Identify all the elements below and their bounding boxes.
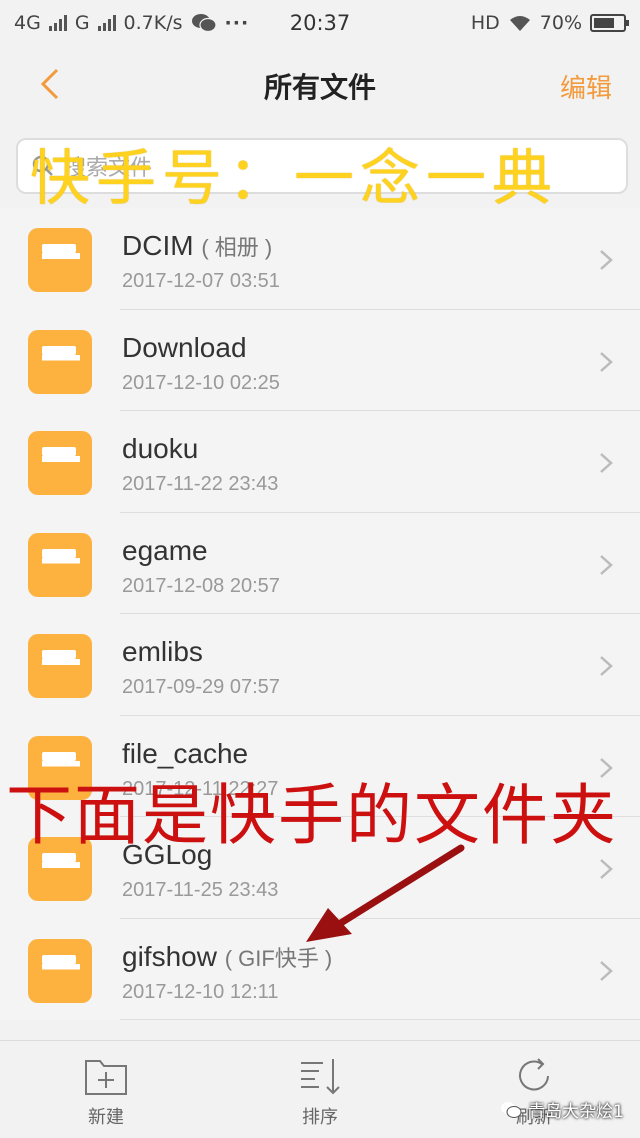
file-row[interactable]: egame 2017-12-08 20:57 bbox=[0, 513, 640, 615]
chevron-right-icon bbox=[600, 554, 613, 575]
file-name: emlibs bbox=[122, 636, 203, 668]
wechat-icon bbox=[501, 1101, 522, 1118]
file-row[interactable]: duoku 2017-11-22 23:43 bbox=[0, 411, 640, 513]
file-row[interactable]: Download 2017-12-10 02:25 bbox=[0, 310, 640, 412]
navigation-bar: 所有文件 编辑 bbox=[0, 46, 640, 126]
file-date: 2017-11-22 23:43 bbox=[122, 473, 279, 495]
file-name-text: emlibs bbox=[122, 636, 203, 667]
file-date: 2017-12-07 03:51 bbox=[122, 270, 280, 292]
file-row[interactable]: emlibs 2017-09-29 07:57 bbox=[0, 614, 640, 716]
file-date: 2017-11-25 23:43 bbox=[122, 879, 279, 901]
file-name: duoku bbox=[122, 433, 198, 465]
file-name-text: egame bbox=[122, 534, 208, 566]
status-right: HD 70% bbox=[470, 12, 629, 34]
chevron-right-icon bbox=[600, 453, 613, 473]
chevron-right-icon bbox=[600, 960, 613, 981]
folder-icon bbox=[28, 938, 92, 1003]
edit-button[interactable]: 编辑 bbox=[560, 68, 612, 105]
new-folder-icon bbox=[85, 1060, 127, 1095]
sort-button[interactable]: 排序 bbox=[260, 1055, 380, 1129]
chevron-right-icon bbox=[600, 351, 613, 372]
folder-icon bbox=[28, 329, 92, 394]
clock: 20:37 bbox=[289, 11, 351, 35]
folder-icon bbox=[28, 228, 92, 292]
folder-icon bbox=[28, 431, 92, 495]
chevron-right-icon bbox=[600, 250, 613, 270]
sort-label: 排序 bbox=[302, 1107, 338, 1128]
file-name-text: DCIM bbox=[122, 230, 194, 261]
new-folder-label: 新建 bbox=[88, 1107, 124, 1128]
wifi-icon bbox=[509, 16, 530, 31]
signal-icon bbox=[97, 15, 116, 31]
file-name-text: Download bbox=[122, 331, 247, 363]
file-date: 2017-12-10 12:11 bbox=[122, 980, 279, 1003]
file-name: DCIM ( 相册 ) bbox=[122, 230, 272, 262]
file-note: ( GIF快手 ) bbox=[224, 945, 333, 971]
file-name: egame bbox=[122, 535, 208, 567]
overlay-caption-top: 快手号：一念一典 bbox=[30, 144, 558, 214]
new-folder-button[interactable]: 新建 bbox=[46, 1055, 166, 1129]
file-date: 2017-12-10 02:25 bbox=[122, 371, 280, 394]
battery-percent: 70% bbox=[539, 12, 582, 34]
sort-icon bbox=[301, 1059, 340, 1095]
network-g-label: G bbox=[74, 12, 90, 34]
file-row[interactable]: DCIM ( 相册 ) 2017-12-07 03:51 bbox=[0, 208, 640, 310]
battery-icon bbox=[590, 14, 629, 32]
arrow-annotation-icon bbox=[306, 844, 465, 942]
refresh-icon bbox=[519, 1058, 549, 1091]
file-name-text: duoku bbox=[122, 433, 199, 464]
status-bar: 4G G 0.7K/s ··· 20:37 HD 70% bbox=[0, 0, 640, 46]
chevron-right-icon bbox=[600, 859, 613, 879]
network-speed: 0.7K/s bbox=[123, 12, 183, 34]
file-name-text: gifshow bbox=[122, 940, 217, 972]
source-watermark: 青岛大杂烩1 bbox=[500, 1097, 624, 1122]
page-title: 所有文件 bbox=[263, 71, 376, 104]
more-notifications-icon: ··· bbox=[224, 12, 250, 34]
bottom-toolbar: 新建 排序 刷新 青岛大杂烩1 bbox=[0, 1040, 640, 1138]
wechat-icon bbox=[191, 14, 217, 33]
file-date: 2017-09-29 07:57 bbox=[122, 676, 280, 698]
signal-icon bbox=[48, 15, 67, 31]
file-note: ( 相册 ) bbox=[201, 235, 273, 260]
file-date: 2017-12-08 20:57 bbox=[122, 574, 280, 597]
chevron-right-icon bbox=[600, 656, 613, 676]
file-name: Download bbox=[122, 332, 247, 364]
battery-fill bbox=[594, 18, 614, 28]
folder-icon bbox=[28, 532, 92, 597]
folder-icon bbox=[28, 634, 92, 698]
hd-label: HD bbox=[470, 12, 500, 34]
network-4g-label: 4G bbox=[14, 12, 41, 34]
watermark-text: 青岛大杂烩1 bbox=[528, 1102, 624, 1122]
status-left: 4G G 0.7K/s ··· bbox=[14, 12, 249, 34]
